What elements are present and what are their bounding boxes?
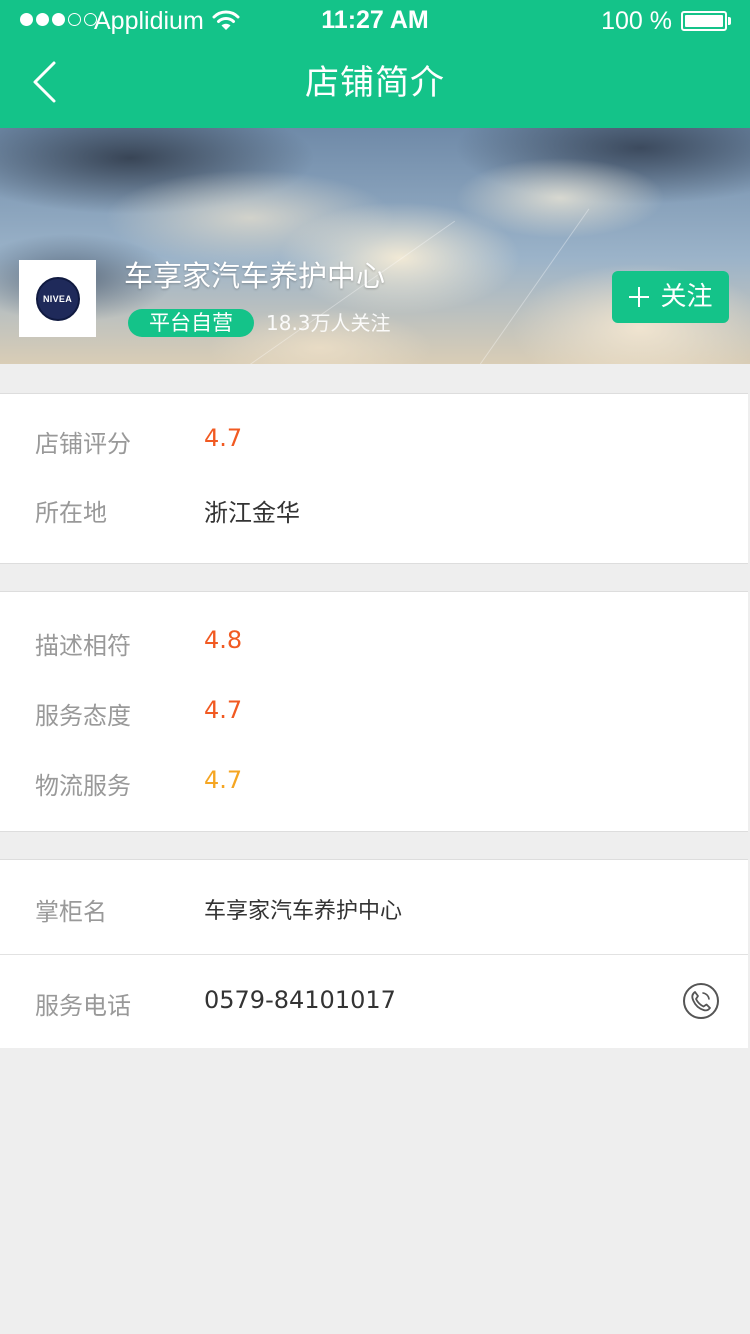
service-attitude-label: 服务态度 bbox=[35, 702, 131, 730]
location-label: 所在地 bbox=[35, 499, 107, 527]
self-operated-badge: 平台自营 bbox=[128, 309, 254, 337]
logistics-service-label: 物流服务 bbox=[35, 772, 131, 800]
shopkeeper-value: 车享家汽车养护中心 bbox=[204, 899, 403, 924]
follow-button-label: 关注 bbox=[660, 282, 713, 312]
contact-card: 掌柜名 车享家汽车养护中心 服务电话 0579-84101017 bbox=[0, 859, 748, 1048]
follow-button[interactable]: 关注 bbox=[612, 271, 729, 323]
phone-row[interactable]: 服务电话 0579-84101017 bbox=[0, 955, 748, 1048]
phone-icon[interactable] bbox=[682, 982, 720, 1020]
info-row: 店铺评分 4.7 bbox=[0, 394, 748, 479]
rating-label: 店铺评分 bbox=[35, 430, 131, 458]
logistics-service-value: 4.7 bbox=[204, 766, 243, 794]
status-bar: Applidium 11:27 AM 100 % bbox=[0, 0, 750, 40]
store-name: 车享家汽车养护中心 bbox=[124, 259, 386, 293]
description-match-value: 4.8 bbox=[204, 626, 243, 654]
plus-icon bbox=[629, 287, 650, 307]
info-row: 服务态度 4.7 bbox=[0, 677, 748, 747]
store-logo: NIVEA bbox=[19, 260, 96, 337]
nav-bar: 店铺简介 bbox=[0, 40, 750, 128]
rating-value: 4.7 bbox=[204, 424, 243, 452]
service-phone-value: 0579-84101017 bbox=[204, 986, 396, 1014]
info-row: 所在地 浙江金华 bbox=[0, 479, 748, 564]
location-value: 浙江金华 bbox=[204, 499, 300, 527]
service-attitude-value: 4.7 bbox=[204, 696, 243, 724]
battery-icon bbox=[681, 11, 731, 31]
info-row: 掌柜名 车享家汽车养护中心 bbox=[0, 860, 748, 954]
info-row: 描述相符 4.8 bbox=[0, 592, 748, 677]
follower-count: 18.3万人关注 bbox=[266, 311, 391, 335]
info-row: 物流服务 4.7 bbox=[0, 747, 748, 832]
store-rating-card: 店铺评分 4.7 所在地 浙江金华 bbox=[0, 393, 748, 564]
logo-text: NIVEA bbox=[42, 293, 72, 304]
detailed-rating-card: 描述相符 4.8 服务态度 4.7 物流服务 4.7 bbox=[0, 591, 748, 832]
description-match-label: 描述相符 bbox=[35, 632, 131, 660]
brand-logo-icon: NIVEA bbox=[35, 276, 80, 321]
shopkeeper-label: 掌柜名 bbox=[35, 898, 107, 926]
service-phone-label: 服务电话 bbox=[35, 992, 131, 1020]
page-title: 店铺简介 bbox=[305, 63, 445, 103]
header: Applidium 11:27 AM 100 % 店铺简介 bbox=[0, 0, 750, 128]
store-banner: NIVEA 车享家汽车养护中心 平台自营 18.3万人关注 关注 bbox=[0, 128, 750, 364]
battery-percentage: 100 % bbox=[601, 7, 672, 35]
